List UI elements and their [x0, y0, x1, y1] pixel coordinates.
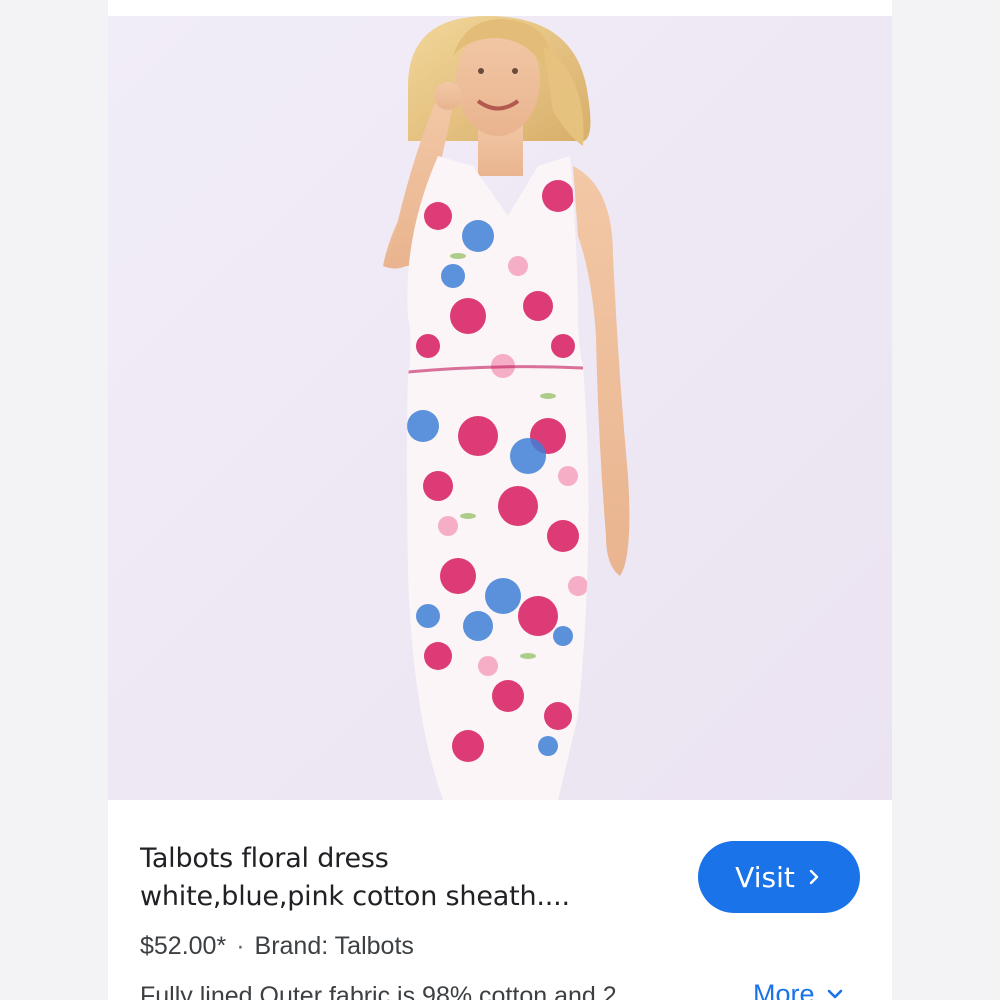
brand: Brand: Talbots — [254, 932, 414, 960]
product-title-line-1: Talbots floral dress — [140, 843, 389, 874]
product-title[interactable]: Talbots floral dress white,blue,pink cot… — [140, 840, 680, 916]
more-button-label: More — [753, 979, 815, 1000]
visit-button[interactable]: Visit — [698, 841, 860, 913]
price: $52.00* — [140, 932, 227, 960]
product-info: Talbots floral dress white,blue,pink cot… — [108, 800, 892, 1000]
chevron-down-icon — [827, 989, 842, 999]
product-title-line-2: white,blue,pink cotton sheath.... — [140, 881, 570, 912]
screen: Talbots floral dress white,blue,pink cot… — [0, 0, 1000, 1000]
chevron-right-icon — [809, 869, 819, 885]
visit-button-label: Visit — [735, 860, 795, 894]
top-strip — [108, 0, 892, 16]
more-button[interactable]: More — [753, 978, 845, 1000]
dress-photo-illustration — [108, 16, 892, 800]
product-meta: $52.00* · Brand: Talbots — [140, 930, 414, 962]
product-card: Talbots floral dress white,blue,pink cot… — [108, 16, 892, 1000]
product-image[interactable] — [108, 16, 892, 800]
meta-separator: · — [236, 932, 245, 960]
product-description: Fully lined.Outer fabric is 98% cotton a… — [140, 982, 645, 1000]
